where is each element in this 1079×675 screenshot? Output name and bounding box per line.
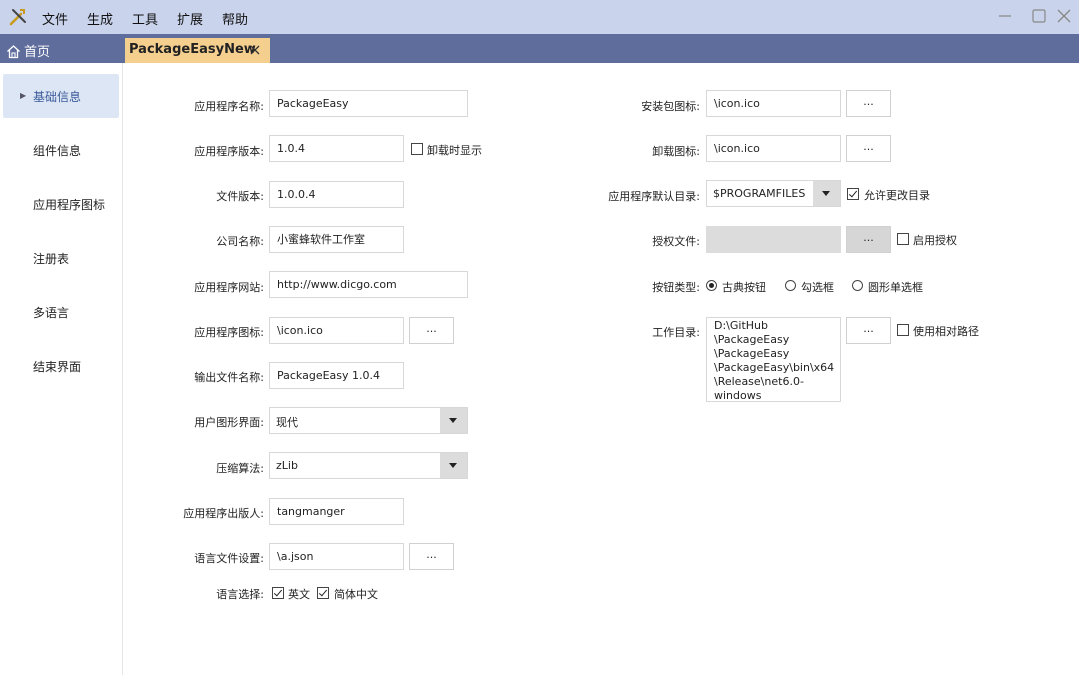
company-label: 公司名称:	[216, 235, 264, 248]
install-icon-label: 安装包图标:	[641, 100, 700, 113]
sidebar-item-label: 组件信息	[33, 144, 82, 158]
button-type-checkbox-label: 勾选框	[801, 281, 834, 294]
work-dir-browse-button[interactable]: ...	[846, 317, 891, 344]
install-icon-browse-button[interactable]: ...	[846, 90, 891, 117]
app-icon-browse-button[interactable]: ...	[409, 317, 454, 344]
app-version-input[interactable]: 1.0.4	[269, 135, 404, 162]
uninstall-icon-label: 卸载图标:	[652, 145, 700, 158]
gui-select-value: 现代	[276, 416, 298, 429]
lang-english-checkbox[interactable]	[272, 587, 284, 599]
sidebar-item-label: 应用程序图标	[33, 198, 106, 212]
tab-document[interactable]: PackageEasyNew	[125, 38, 270, 63]
relative-path-checkbox[interactable]	[897, 324, 909, 336]
caret-right-icon: ▶	[20, 91, 27, 100]
compression-label: 压缩算法:	[216, 462, 264, 475]
file-version-label: 文件版本:	[216, 190, 264, 203]
sidebar-item-registry[interactable]: 注册表	[3, 236, 119, 280]
tab-home-label: 首页	[24, 45, 51, 60]
close-tab-icon[interactable]	[249, 44, 261, 56]
sidebar-item-app-icon[interactable]: 应用程序图标	[3, 182, 119, 226]
show-on-uninstall-label: 卸载时显示	[427, 144, 482, 157]
default-dir-select[interactable]: $PROGRAMFILES	[706, 180, 841, 207]
menu-help[interactable]: 帮助	[222, 9, 248, 28]
button-type-classic-radio[interactable]	[706, 280, 717, 291]
button-type-label: 按钮类型:	[652, 281, 700, 294]
app-name-input[interactable]: PackageEasy	[269, 90, 468, 117]
license-file-label: 授权文件:	[652, 235, 700, 248]
install-icon-input[interactable]: \icon.ico	[706, 90, 841, 117]
lang-file-label: 语言文件设置:	[194, 552, 264, 565]
lang-select-label: 语言选择:	[216, 588, 264, 601]
minimize-icon[interactable]	[996, 7, 1014, 25]
title-bar: 文件 生成 工具 扩展 帮助	[0, 0, 1079, 34]
tab-home[interactable]: 首页	[6, 41, 50, 60]
gui-label: 用户图形界面:	[194, 416, 264, 429]
lang-english-label: 英文	[288, 588, 310, 601]
lang-chinese-checkbox[interactable]	[317, 587, 329, 599]
uninstall-icon-input[interactable]: \icon.ico	[706, 135, 841, 162]
website-label: 应用程序网站:	[194, 281, 264, 294]
sidebar-item-label: 结束界面	[33, 360, 82, 374]
uninstall-icon-browse-button[interactable]: ...	[846, 135, 891, 162]
output-name-input[interactable]: PackageEasy 1.0.4	[269, 362, 404, 389]
sidebar-item-label: 基础信息	[33, 90, 82, 104]
sidebar-item-components[interactable]: 组件信息	[3, 128, 119, 172]
sidebar: ▶ 基础信息 组件信息 应用程序图标 注册表 多语言 结束界面	[0, 63, 123, 675]
app-tools-icon[interactable]	[9, 8, 27, 26]
publisher-label: 应用程序出版人:	[183, 507, 264, 520]
chevron-down-icon[interactable]	[440, 453, 467, 478]
lang-file-input[interactable]: \a.json	[269, 543, 404, 570]
default-dir-label: 应用程序默认目录:	[608, 190, 700, 203]
button-type-round-radio[interactable]	[852, 280, 863, 291]
allow-change-dir-label: 允许更改目录	[864, 189, 930, 202]
chevron-down-icon[interactable]	[440, 408, 467, 433]
tab-document-label: PackageEasyNew	[129, 42, 256, 57]
sidebar-item-finish-page[interactable]: 结束界面	[3, 344, 119, 388]
publisher-input[interactable]: tangmanger	[269, 498, 404, 525]
license-file-input[interactable]	[706, 226, 841, 253]
lang-chinese-label: 简体中文	[334, 588, 378, 601]
file-version-input[interactable]: 1.0.0.4	[269, 181, 404, 208]
app-name-label: 应用程序名称:	[194, 100, 264, 113]
work-dir-label: 工作目录:	[652, 326, 700, 339]
compression-select[interactable]: zLib	[269, 452, 468, 479]
enable-license-label: 启用授权	[913, 234, 957, 247]
show-on-uninstall-checkbox[interactable]	[411, 143, 423, 155]
app-icon-input[interactable]: \icon.ico	[269, 317, 404, 344]
lang-file-browse-button[interactable]: ...	[409, 543, 454, 570]
menu-file[interactable]: 文件	[42, 9, 68, 28]
relative-path-label: 使用相对路径	[913, 325, 979, 338]
gui-select[interactable]: 现代	[269, 407, 468, 434]
sidebar-item-languages[interactable]: 多语言	[3, 290, 119, 334]
output-name-label: 输出文件名称:	[194, 371, 264, 384]
button-type-round-label: 圆形单选框	[868, 281, 923, 294]
menu-extensions[interactable]: 扩展	[177, 9, 203, 28]
company-input[interactable]: 小蜜蜂软件工作室	[269, 226, 404, 253]
default-dir-select-value: $PROGRAMFILES	[713, 187, 806, 200]
close-window-icon[interactable]	[1055, 7, 1073, 25]
home-icon	[7, 45, 20, 59]
license-file-browse-button[interactable]: ...	[846, 226, 891, 253]
menu-build[interactable]: 生成	[87, 9, 113, 28]
allow-change-dir-checkbox[interactable]	[847, 188, 859, 200]
compression-select-value: zLib	[276, 459, 298, 472]
chevron-down-icon[interactable]	[813, 181, 840, 206]
app-icon-label: 应用程序图标:	[194, 326, 264, 339]
maximize-icon[interactable]	[1030, 7, 1048, 25]
button-type-checkbox-radio[interactable]	[785, 280, 796, 291]
enable-license-checkbox[interactable]	[897, 233, 909, 245]
button-type-classic-label: 古典按钮	[722, 281, 766, 294]
work-dir-textarea[interactable]: D:\GitHub \PackageEasy \PackageEasy \Pac…	[706, 317, 841, 402]
sidebar-item-label: 多语言	[33, 306, 70, 320]
sidebar-item-basic-info[interactable]: ▶ 基础信息	[3, 74, 119, 118]
sidebar-item-label: 注册表	[33, 252, 70, 266]
app-version-label: 应用程序版本:	[194, 145, 264, 158]
website-input[interactable]: http://www.dicgo.com	[269, 271, 468, 298]
menu-tools[interactable]: 工具	[132, 9, 158, 28]
